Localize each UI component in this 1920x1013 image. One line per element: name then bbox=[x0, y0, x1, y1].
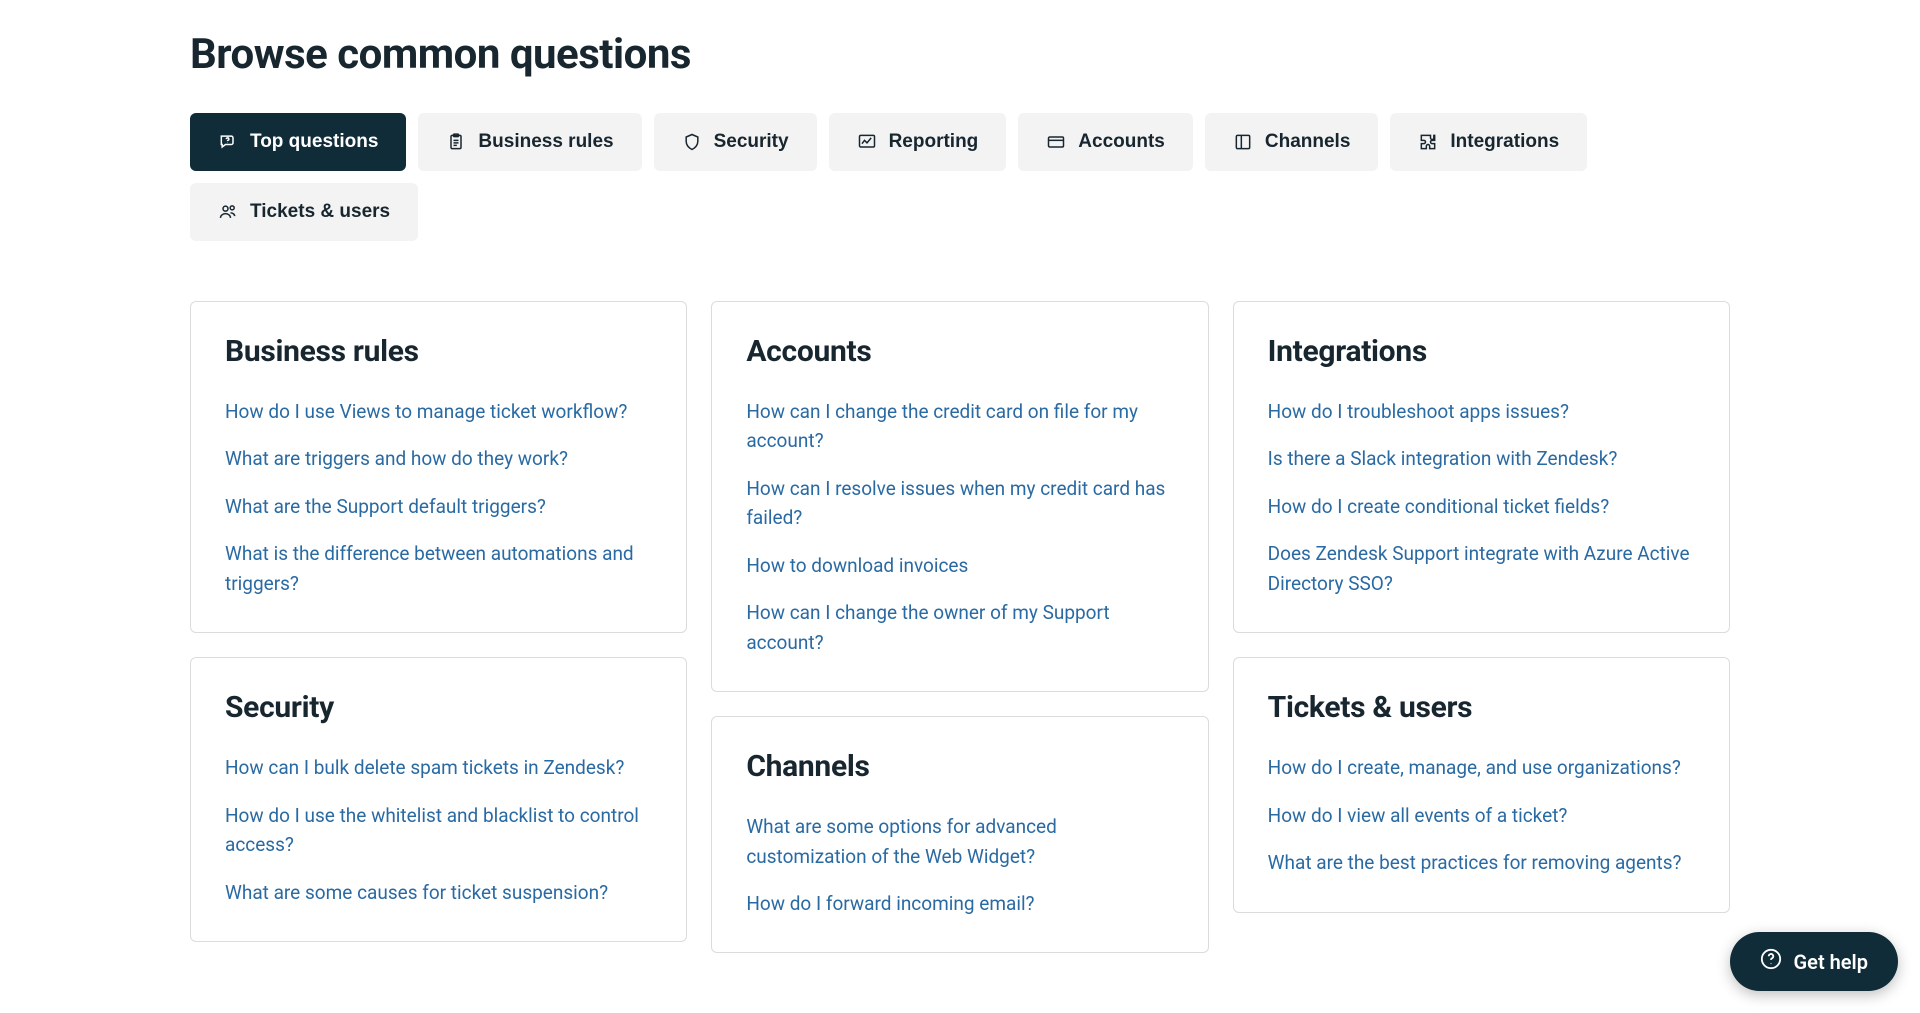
faq-link[interactable]: How do I troubleshoot apps issues? bbox=[1268, 400, 1569, 423]
faq-link[interactable]: How do I create, manage, and use organiz… bbox=[1268, 756, 1681, 779]
tab-label: Channels bbox=[1265, 131, 1351, 153]
clipboard-icon bbox=[446, 132, 466, 152]
tab-label: Tickets & users bbox=[250, 201, 390, 223]
faq-link[interactable]: How can I change the credit card on file… bbox=[746, 400, 1138, 452]
card-link-list: How do I create, manage, and use organiz… bbox=[1268, 753, 1695, 877]
card: Security How can I bulk delete spam ticke… bbox=[190, 657, 687, 942]
tab-label: Accounts bbox=[1078, 131, 1165, 153]
list-item: What are some options for advanced custo… bbox=[746, 812, 1173, 871]
faq-link[interactable]: How to download invoices bbox=[746, 554, 968, 577]
faq-link[interactable]: What are the Support default triggers? bbox=[225, 495, 546, 518]
faq-link[interactable]: Does Zendesk Support integrate with Azur… bbox=[1268, 542, 1690, 594]
tab-top-questions[interactable]: Top questions bbox=[190, 113, 406, 171]
tab-channels[interactable]: Channels bbox=[1205, 113, 1379, 171]
list-item: How do I view all events of a ticket? bbox=[1268, 801, 1695, 830]
list-item: How can I change the credit card on file… bbox=[746, 397, 1173, 456]
cards-grid: Business rules How do I use Views to mana… bbox=[190, 301, 1730, 953]
card-title: Tickets & users bbox=[1268, 690, 1695, 725]
card-link-list: How can I change the credit card on file… bbox=[746, 397, 1173, 657]
card: Accounts How can I change the credit card… bbox=[711, 301, 1208, 692]
faq-link[interactable]: Is there a Slack integration with Zendes… bbox=[1268, 447, 1618, 470]
card-link-list: How can I bulk delete spam tickets in Ze… bbox=[225, 753, 652, 907]
list-item: How do I troubleshoot apps issues? bbox=[1268, 397, 1695, 426]
shield-icon bbox=[682, 132, 702, 152]
help-icon bbox=[1760, 948, 1782, 975]
faq-link[interactable]: What are some causes for ticket suspensi… bbox=[225, 881, 608, 904]
tab-label: Business rules bbox=[478, 131, 613, 153]
card: Integrations How do I troubleshoot apps i… bbox=[1233, 301, 1730, 633]
card: Business rules How do I use Views to mana… bbox=[190, 301, 687, 633]
tab-tickets-users[interactable]: Tickets & users bbox=[190, 183, 418, 241]
list-item: How do I use Views to manage ticket work… bbox=[225, 397, 652, 426]
list-item: What are the Support default triggers? bbox=[225, 492, 652, 521]
tab-accounts[interactable]: Accounts bbox=[1018, 113, 1193, 171]
faq-link[interactable]: How do I view all events of a ticket? bbox=[1268, 804, 1568, 827]
card: Channels What are some options for advanc… bbox=[711, 716, 1208, 953]
faq-link[interactable]: How do I use the whitelist and blacklist… bbox=[225, 804, 639, 856]
card-column: Business rules How do I use Views to mana… bbox=[190, 301, 687, 942]
layout-icon bbox=[1233, 132, 1253, 152]
card: Tickets & users How do I create, manage, … bbox=[1233, 657, 1730, 912]
card-title: Accounts bbox=[746, 334, 1173, 369]
people-icon bbox=[218, 202, 238, 222]
credit-card-icon bbox=[1046, 132, 1066, 152]
faq-link[interactable]: How do I use Views to manage ticket work… bbox=[225, 400, 627, 423]
faq-link[interactable]: What are triggers and how do they work? bbox=[225, 447, 568, 470]
get-help-label: Get help bbox=[1794, 950, 1868, 974]
card-title: Business rules bbox=[225, 334, 652, 369]
card-link-list: How do I troubleshoot apps issues? Is the… bbox=[1268, 397, 1695, 598]
faq-link[interactable]: How do I forward incoming email? bbox=[746, 892, 1034, 915]
list-item: How can I resolve issues when my credit … bbox=[746, 474, 1173, 533]
tab-row: Top questions Business rules Security Repor… bbox=[190, 113, 1730, 241]
chart-icon bbox=[857, 132, 877, 152]
tab-label: Security bbox=[714, 131, 789, 153]
card-title: Integrations bbox=[1268, 334, 1695, 369]
tab-integrations[interactable]: Integrations bbox=[1390, 113, 1587, 171]
card-title: Channels bbox=[746, 749, 1173, 784]
card-link-list: What are some options for advanced custo… bbox=[746, 812, 1173, 918]
list-item: How to download invoices bbox=[746, 551, 1173, 580]
card-title: Security bbox=[225, 690, 652, 725]
list-item: What are some causes for ticket suspensi… bbox=[225, 878, 652, 907]
list-item: How do I create conditional ticket field… bbox=[1268, 492, 1695, 521]
list-item: Does Zendesk Support integrate with Azur… bbox=[1268, 539, 1695, 598]
tab-label: Reporting bbox=[889, 131, 979, 153]
list-item: What are the best practices for removing… bbox=[1268, 848, 1695, 877]
list-item: How do I forward incoming email? bbox=[746, 889, 1173, 918]
tab-label: Top questions bbox=[250, 131, 378, 153]
list-item: How do I create, manage, and use organiz… bbox=[1268, 753, 1695, 782]
list-item: How can I bulk delete spam tickets in Ze… bbox=[225, 753, 652, 782]
list-item: What are triggers and how do they work? bbox=[225, 444, 652, 473]
list-item: How can I change the owner of my Support… bbox=[746, 598, 1173, 657]
faq-link[interactable]: How can I resolve issues when my credit … bbox=[746, 477, 1165, 529]
chat-question-icon bbox=[218, 132, 238, 152]
page-title: Browse common questions bbox=[190, 30, 1730, 79]
faq-link[interactable]: What are some options for advanced custo… bbox=[746, 815, 1057, 867]
card-link-list: How do I use Views to manage ticket work… bbox=[225, 397, 652, 598]
list-item: What is the difference between automatio… bbox=[225, 539, 652, 598]
card-column: Integrations How do I troubleshoot apps i… bbox=[1233, 301, 1730, 913]
card-column: Accounts How can I change the credit card… bbox=[711, 301, 1208, 953]
list-item: How do I use the whitelist and blacklist… bbox=[225, 801, 652, 860]
tab-reporting[interactable]: Reporting bbox=[829, 113, 1007, 171]
faq-link[interactable]: How can I bulk delete spam tickets in Ze… bbox=[225, 756, 624, 779]
faq-link[interactable]: What are the best practices for removing… bbox=[1268, 851, 1682, 874]
get-help-button[interactable]: Get help bbox=[1730, 932, 1898, 991]
faq-link[interactable]: What is the difference between automatio… bbox=[225, 542, 634, 594]
faq-link[interactable]: How do I create conditional ticket field… bbox=[1268, 495, 1610, 518]
tab-business-rules[interactable]: Business rules bbox=[418, 113, 641, 171]
tab-label: Integrations bbox=[1450, 131, 1559, 153]
puzzle-icon bbox=[1418, 132, 1438, 152]
faq-link[interactable]: How can I change the owner of my Support… bbox=[746, 601, 1109, 653]
list-item: Is there a Slack integration with Zendes… bbox=[1268, 444, 1695, 473]
tab-security[interactable]: Security bbox=[654, 113, 817, 171]
